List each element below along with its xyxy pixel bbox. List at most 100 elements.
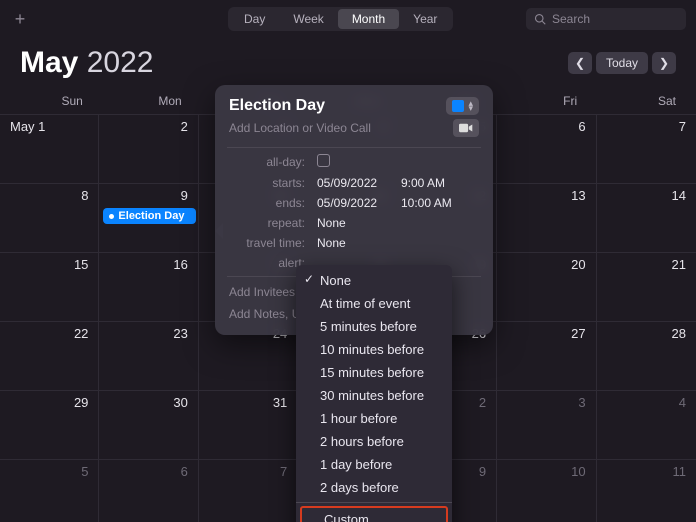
calendar-cell[interactable]: 10 [497, 459, 596, 522]
view-day[interactable]: Day [230, 9, 279, 29]
allday-label: all-day: [229, 155, 311, 169]
alert-menu-item[interactable]: 5 minutes before [296, 315, 452, 338]
travel-time-label: travel time: [229, 236, 311, 250]
repeat-value[interactable]: None [317, 216, 479, 230]
calendar-cell[interactable]: 23 [99, 321, 198, 390]
calendar-cell[interactable]: 3 [497, 390, 596, 459]
day-number: 20 [571, 257, 585, 272]
alert-menu-custom[interactable]: Custom... [300, 506, 448, 522]
view-segmented-control: Day Week Month Year [228, 7, 453, 31]
today-nav-group: ❮ Today ❯ [568, 52, 676, 74]
alert-menu-item[interactable]: None [296, 269, 452, 292]
starts-time[interactable]: 9:00 AM [401, 176, 479, 190]
calendar-cell[interactable]: 9 Election Day [99, 183, 198, 252]
prev-month-button[interactable]: ❮ [568, 52, 592, 74]
day-number: 7 [280, 464, 287, 479]
calendar-cell[interactable]: 16 [99, 252, 198, 321]
day-number: 27 [571, 326, 585, 341]
allday-checkbox[interactable] [317, 154, 395, 170]
calendar-cell[interactable]: 2 [99, 114, 198, 183]
travel-time-value[interactable]: None [317, 236, 479, 250]
calendar-cell[interactable]: 11 [597, 459, 696, 522]
event-pill[interactable]: Election Day [103, 208, 195, 224]
starts-date[interactable]: 05/09/2022 [317, 176, 395, 190]
day-number: 30 [173, 395, 187, 410]
next-month-button[interactable]: ❯ [652, 52, 676, 74]
day-number: 3 [578, 395, 585, 410]
day-number: 11 [673, 464, 687, 479]
day-number: 8 [81, 188, 88, 203]
alert-menu-item[interactable]: 1 day before [296, 453, 452, 476]
calendar-cell[interactable]: 21 [597, 252, 696, 321]
weekday-label: Fri [496, 90, 595, 114]
ends-date[interactable]: 05/09/2022 [317, 196, 395, 210]
add-event-icon[interactable]: + [10, 9, 30, 29]
day-number: 28 [672, 326, 686, 341]
alert-menu-item[interactable]: 2 days before [296, 476, 452, 499]
today-button[interactable]: Today [596, 52, 648, 74]
search-input[interactable]: Search [526, 8, 686, 30]
calendar-cell[interactable]: 5 [0, 459, 99, 522]
toolbar: + Day Week Month Year Search [0, 0, 696, 38]
event-title[interactable]: Election Day [229, 97, 325, 115]
day-number: May 1 [10, 119, 45, 134]
alert-menu-item[interactable]: 1 hour before [296, 407, 452, 430]
search-placeholder: Search [552, 12, 590, 26]
day-number: 22 [74, 326, 88, 341]
calendar-cell[interactable]: 6 [497, 114, 596, 183]
calendar-cell[interactable]: 8 [0, 183, 99, 252]
event-pill-label: Election Day [118, 210, 184, 222]
calendar-cell[interactable]: 14 [597, 183, 696, 252]
calendar-cell[interactable]: 29 [0, 390, 99, 459]
ends-label: ends: [229, 196, 311, 210]
add-location-field[interactable]: Add Location or Video Call [229, 121, 371, 135]
alert-menu-item[interactable]: 30 minutes before [296, 384, 452, 407]
day-number: 9 [181, 188, 188, 203]
calendar-cell[interactable]: 28 [597, 321, 696, 390]
alert-menu-item[interactable]: 10 minutes before [296, 338, 452, 361]
view-month[interactable]: Month [338, 9, 399, 29]
calendar-cell[interactable]: 20 [497, 252, 596, 321]
weekday-label: Sat [595, 90, 694, 114]
repeat-label: repeat: [229, 216, 311, 230]
calendar-cell[interactable]: 6 [99, 459, 198, 522]
alert-menu-item[interactable]: 15 minutes before [296, 361, 452, 384]
day-number: 29 [74, 395, 88, 410]
day-number: 23 [173, 326, 187, 341]
chevron-updown-icon: ▴▾ [468, 101, 473, 112]
calendar-cell[interactable]: 31 [199, 390, 298, 459]
day-number: 6 [181, 464, 188, 479]
day-number: 2 [181, 119, 188, 134]
view-year[interactable]: Year [399, 9, 451, 29]
day-number: 15 [74, 257, 88, 272]
day-number: 7 [679, 119, 686, 134]
calendar-cell[interactable]: 7 [597, 114, 696, 183]
view-week[interactable]: Week [279, 9, 337, 29]
day-number: 5 [81, 464, 88, 479]
alert-menu-item[interactable]: At time of event [296, 292, 452, 315]
calendar-cell[interactable]: 27 [497, 321, 596, 390]
calendar-cell[interactable]: 7 [199, 459, 298, 522]
alert-menu-item[interactable]: 2 hours before [296, 430, 452, 453]
day-number: 9 [479, 464, 486, 479]
weekday-label: Sun [2, 90, 101, 114]
title-row: May 2022 ❮ Today ❯ [0, 38, 696, 90]
day-number: 6 [578, 119, 585, 134]
day-number: 16 [173, 257, 187, 272]
calendar-cell[interactable]: 15 [0, 252, 99, 321]
calendar-cell[interactable]: 22 [0, 321, 99, 390]
calendar-color-picker[interactable]: ▴▾ [446, 97, 479, 115]
calendar-cell[interactable]: 4 [597, 390, 696, 459]
video-call-icon[interactable] [453, 119, 479, 137]
day-number: 31 [273, 395, 287, 410]
ends-time[interactable]: 10:00 AM [401, 196, 479, 210]
search-icon [534, 13, 546, 25]
day-number: 13 [571, 188, 585, 203]
calendar-cell[interactable]: 13 [497, 183, 596, 252]
calendar-cell[interactable]: May 1 [0, 114, 99, 183]
menu-divider [296, 502, 452, 503]
page-title: May 2022 [20, 46, 153, 80]
day-number: 2 [479, 395, 486, 410]
calendar-cell[interactable]: 30 [99, 390, 198, 459]
event-dot-icon [109, 214, 114, 219]
